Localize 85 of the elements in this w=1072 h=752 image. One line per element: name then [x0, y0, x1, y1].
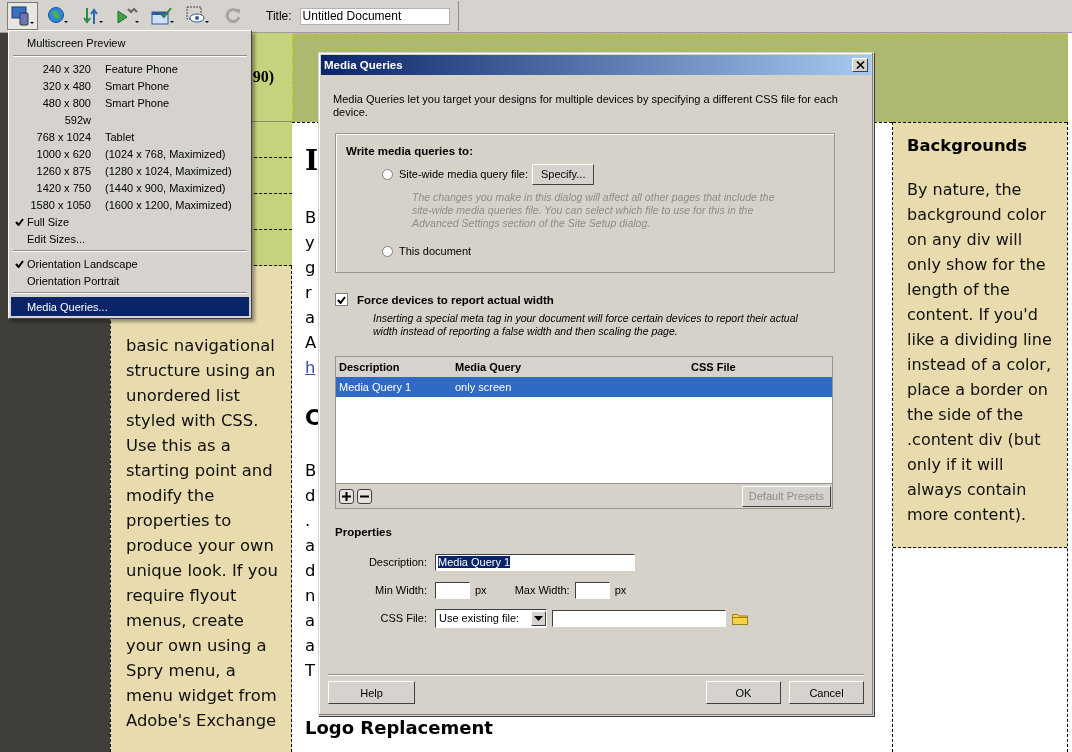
- devices-icon: [10, 5, 35, 27]
- specify-button[interactable]: Specify...: [532, 163, 595, 185]
- menu-item[interactable]: 480 x 800 Smart Phone: [11, 94, 249, 111]
- paragraph-fragment: T: [305, 660, 315, 682]
- intro-text: Media Queries let you target your designs for multiple devices by specifying a different CSS file for each device.: [333, 93, 839, 119]
- field-label: Description:: [367, 556, 427, 568]
- aside-paragraph: By nature, the background color on any div will only show for the length of the content. If you'd like a dividing line instead of a color, place a border on the side of the .content div (but only if it will always contain more content).: [907, 179, 1053, 526]
- menu-item[interactable]: 768 x 1024 Tablet: [11, 128, 249, 145]
- close-icon: [855, 61, 865, 69]
- menu-item[interactable]: Orientation Portrait: [11, 272, 249, 289]
- note-text: The changes you make in this dialog will affect all other pages that include the site-wide media queries file. You can select which file to use for this in the Advanced Settings section of the Site Setup dialog.: [412, 191, 776, 230]
- paragraph-fragment: .: [305, 510, 311, 532]
- paragraph-fragment: n: [305, 585, 316, 607]
- paragraph-fragment: A: [305, 332, 317, 354]
- column-header: CSS File: [690, 361, 737, 373]
- menu-item[interactable]: 1260 x 875 (1280 x 1024, Maximized): [11, 162, 249, 179]
- caret-icon: [534, 615, 543, 621]
- unit-label: px: [475, 584, 487, 596]
- play-icon: [115, 6, 140, 26]
- unit-label: px: [614, 584, 627, 596]
- plus-icon: [342, 491, 351, 501]
- note-text: Inserting a special meta tag in your document will force certain devices to report their actual width instead of reporting a false width and then scaling the page.: [373, 312, 799, 338]
- paragraph-fragment: g: [305, 257, 316, 279]
- menu-item[interactable]: 1420 x 750 (1440 x 900, Maximized): [11, 179, 249, 196]
- field-label: Max Width:: [514, 584, 570, 596]
- max-width-field[interactable]: [574, 581, 610, 599]
- radio-button[interactable]: [382, 245, 393, 257]
- radio-label: Site-wide media query file:: [399, 168, 528, 180]
- paragraph-fragment: a: [305, 610, 316, 632]
- globe-icon: [46, 6, 69, 26]
- toolbar-button[interactable]: [7, 2, 38, 30]
- table-row[interactable]: Media Query 1 only screen: [336, 377, 832, 397]
- menu-item[interactable]: 320 x 480 Smart Phone: [11, 77, 249, 94]
- menu-item[interactable]: 1000 x 620 (1024 x 768, Maximized): [11, 145, 249, 162]
- menu-item[interactable]: Edit Sizes...: [11, 230, 249, 247]
- menu-item[interactable]: Full Size: [11, 213, 249, 230]
- paragraph-fragment: r: [305, 282, 312, 304]
- column-header: Description: [338, 361, 401, 373]
- eye-icon: [185, 6, 210, 26]
- up-down-arrows-icon: [81, 6, 104, 26]
- paragraph-fragment: B: [305, 207, 317, 229]
- remove-button[interactable]: [357, 488, 372, 504]
- section-heading: Properties: [335, 526, 393, 538]
- selected-text: Media Query 1: [438, 556, 511, 568]
- paragraph-fragment: d: [305, 560, 316, 582]
- paragraph-fragment: a: [305, 635, 316, 657]
- field-label: CSS File:: [379, 612, 427, 624]
- menu-item[interactable]: Orientation Landscape: [11, 255, 249, 272]
- radio-label: This document: [399, 245, 472, 257]
- file-path-field[interactable]: [552, 609, 726, 627]
- paragraph-fragment: d: [305, 485, 316, 507]
- folder-icon[interactable]: [732, 611, 748, 625]
- ok-button[interactable]: OK: [706, 681, 781, 704]
- title-field[interactable]: Untitled Document: [299, 7, 450, 25]
- window-check-icon: [150, 6, 175, 26]
- dialog-title: Media Queries: [324, 59, 404, 71]
- menu-item[interactable]: 240 x 320 Feature Phone: [11, 60, 249, 77]
- menu-item[interactable]: 1580 x 1050 (1600 x 1200, Maximized): [11, 196, 249, 213]
- checkbox-label: Force devices to report actual width: [357, 293, 554, 306]
- content-heading: Logo Replacement: [305, 716, 493, 740]
- description-field[interactable]: Media Query 1: [435, 553, 635, 571]
- close-button[interactable]: [852, 58, 868, 72]
- paragraph-fragment: B: [305, 460, 317, 482]
- field-label: Min Width:: [374, 584, 427, 596]
- checkbox[interactable]: [335, 293, 348, 306]
- content-heading: I: [305, 143, 319, 179]
- paragraph-fragment: a: [305, 535, 316, 557]
- link-fragment[interactable]: h: [305, 355, 316, 380]
- aside-heading: Backgrounds: [907, 135, 1029, 157]
- title-label: Title:: [266, 9, 292, 23]
- cancel-button[interactable]: Cancel: [789, 681, 864, 704]
- sidebar-paragraph: basic navigational structure using an unordered list styled with CSS. Use this as a starting point and modify the properties to produce your own unique look. If you require flyout menus, create your own using a Spry menu, a menu widget from Adobe's Exchange: [126, 335, 279, 732]
- group-legend: Write media queries to:: [346, 145, 834, 157]
- column-header: Media Query: [454, 361, 523, 373]
- header-fragment: 90): [252, 68, 274, 86]
- paragraph-fragment: a: [305, 307, 316, 329]
- add-button[interactable]: [339, 488, 354, 504]
- css-file-dropdown[interactable]: Use existing file:: [435, 608, 547, 628]
- min-width-field[interactable]: [435, 581, 470, 599]
- menu-item[interactable]: 592w: [11, 111, 249, 128]
- menu-item[interactable]: Media Queries...: [11, 297, 249, 316]
- help-button[interactable]: Help: [328, 681, 415, 704]
- paragraph-fragment: y: [305, 232, 315, 254]
- menu-item[interactable]: Multiscreen Preview: [11, 33, 249, 52]
- radio-button[interactable]: [382, 168, 393, 180]
